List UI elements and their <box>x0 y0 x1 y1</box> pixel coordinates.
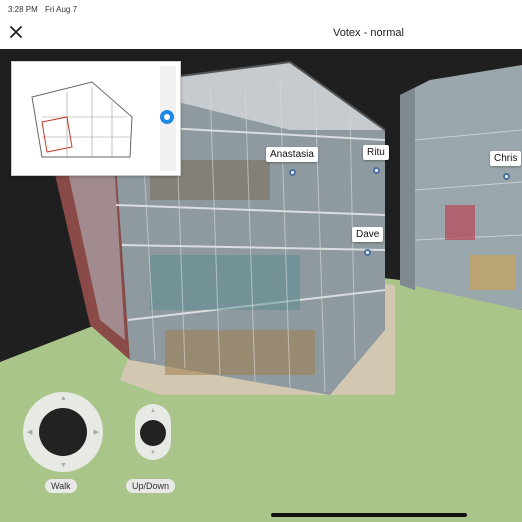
person-marker-dave[interactable] <box>364 249 371 256</box>
walk-label: Walk <box>45 479 77 493</box>
person-tag-anastasia[interactable]: Anastasia <box>266 147 318 162</box>
arrow-up-icon: ▲ <box>60 395 67 402</box>
status-time: 3:28 PM <box>8 5 38 14</box>
arrow-right-icon: ▶ <box>93 429 99 436</box>
floorplan-image <box>12 62 180 175</box>
person-tag-ritu[interactable]: Ritu <box>363 145 389 160</box>
arrow-down-icon: ▼ <box>60 462 67 469</box>
page-title: Votex - normal <box>333 27 404 39</box>
minimap[interactable] <box>11 61 181 176</box>
person-marker-ritu[interactable] <box>373 167 380 174</box>
arrow-up-icon: ▲ <box>150 408 156 414</box>
status-bar: 3:28 PM Fri Aug 7 <box>0 0 522 17</box>
updown-label: Up/Down <box>126 479 176 493</box>
updown-knob[interactable] <box>140 420 166 446</box>
person-tag-dave[interactable]: Dave <box>352 227 384 242</box>
person-tag-chris[interactable]: Chris <box>490 151 522 166</box>
person-marker-anastasia[interactable] <box>289 169 296 176</box>
walk-joystick[interactable]: ▲ ▼ ◀ ▶ <box>23 392 103 472</box>
home-indicator[interactable] <box>271 513 467 517</box>
updown-slider[interactable]: ▲ ▼ <box>135 404 171 460</box>
status-date: Fri Aug 7 <box>45 5 78 14</box>
arrow-down-icon: ▼ <box>150 450 156 456</box>
arrow-left-icon: ◀ <box>27 429 33 436</box>
walk-knob[interactable] <box>39 408 87 456</box>
person-marker-chris[interactable] <box>503 173 510 180</box>
top-bar: Votex - normal <box>0 17 522 49</box>
